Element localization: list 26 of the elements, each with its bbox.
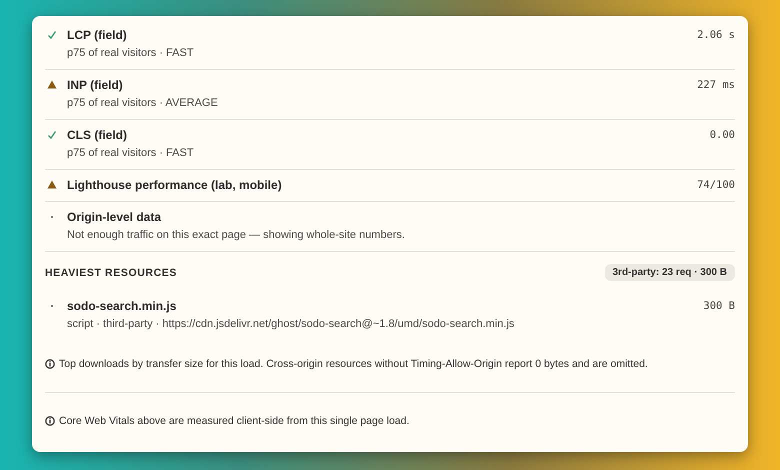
check-icon [47, 130, 57, 140]
warning-icon [47, 180, 57, 189]
footer-note: Core Web Vitals above are measured client-side from this single page load. [59, 415, 410, 427]
summary-badge: 3rd-party: 23 req · 300 B [604, 264, 735, 281]
metric-subtitle: p75 of real visitors · FAST [67, 46, 195, 61]
metric-title: CLS (field) [67, 127, 128, 143]
metric-subtitle: script · third-party · https://cdn.jsdelivr.net/ghost/sodo-search@~1.8/umd/sodo-search.min.js [67, 317, 516, 332]
metric-title: INP (field) [67, 77, 124, 93]
metric-title: Lighthouse performance (lab, mobile) [67, 177, 283, 193]
metric-subtitle: Not enough traffic on this exact page — showing whole-site numbers. [67, 228, 406, 243]
metric-subtitle: p75 of real visitors · AVERAGE [67, 96, 219, 111]
info-icon [45, 359, 55, 369]
metric-value: 2.06 s [697, 28, 735, 43]
metric-subtitle: p75 of real visitors · FAST [67, 146, 195, 161]
metric-title: Origin-level data [67, 209, 162, 225]
metric-value: 74/100 [697, 178, 735, 193]
info-icon [45, 416, 55, 426]
metric-title: sodo-search.min.js [67, 298, 178, 314]
check-icon [47, 30, 57, 40]
warning-icon [47, 80, 57, 89]
metric-value: 300 B [703, 299, 735, 314]
metric-value: 0.00 [710, 128, 735, 143]
metric-title: LCP (field) [67, 27, 128, 43]
metric-value: 227 ms [697, 78, 735, 93]
note-text: Top downloads by transfer size for this load. Cross-origin resources without Timing-Allow-Origin report 0 bytes and are omitted. [59, 358, 648, 370]
section-heading: HEAVIEST RESOURCES [45, 266, 177, 278]
